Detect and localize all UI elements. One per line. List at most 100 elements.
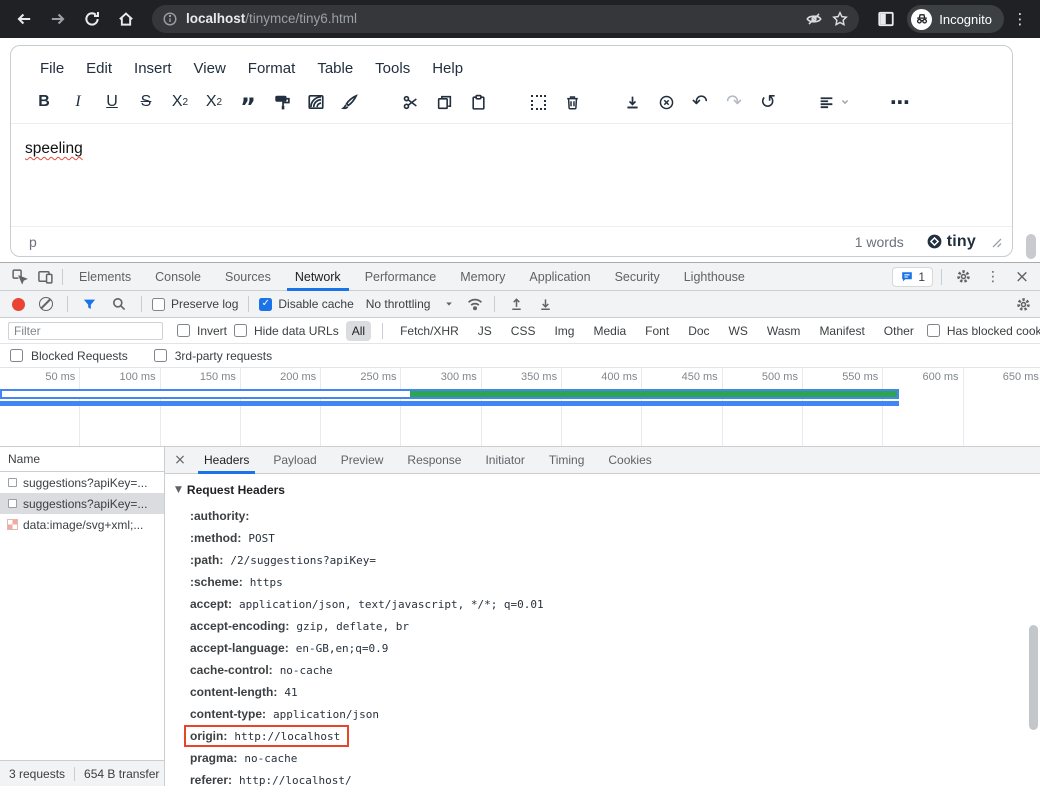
redo-button[interactable]: ↷	[717, 87, 751, 117]
tab-security[interactable]: Security	[603, 263, 672, 291]
tab-memory[interactable]: Memory	[448, 263, 517, 291]
filter-chip-font[interactable]: Font	[639, 321, 675, 341]
filter-chip-js[interactable]: JS	[472, 321, 498, 341]
tab-performance[interactable]: Performance	[353, 263, 449, 291]
detail-tab-initiator[interactable]: Initiator	[474, 447, 535, 474]
has-blocked-cookies-checkbox[interactable]	[927, 324, 940, 337]
menu-help[interactable]: Help	[423, 56, 472, 81]
clear-icon[interactable]	[39, 297, 53, 311]
italic-button[interactable]: I	[61, 87, 95, 117]
blockquote-button[interactable]: ”	[231, 87, 265, 117]
devtools-menu-icon[interactable]: ⋮	[980, 265, 1006, 289]
inspect-element-icon[interactable]	[6, 265, 32, 289]
undo-button[interactable]: ↶	[683, 87, 717, 117]
misspelled-word[interactable]: speeling	[25, 140, 83, 157]
tab-elements[interactable]: Elements	[67, 263, 143, 291]
bookmark-star-icon[interactable]	[831, 10, 849, 28]
detail-tab-payload[interactable]: Payload	[262, 447, 327, 474]
filter-chip-all[interactable]: All	[346, 321, 371, 341]
filter-chip-img[interactable]: Img	[548, 321, 580, 341]
superscript-button[interactable]: X2	[197, 87, 231, 117]
align-dropdown-button[interactable]	[811, 87, 857, 117]
name-column-header[interactable]: Name	[0, 447, 164, 472]
filter-chip-other[interactable]: Other	[878, 321, 920, 341]
tab-network[interactable]: Network	[283, 263, 353, 291]
resize-handle-icon[interactable]	[990, 236, 1002, 248]
device-toolbar-icon[interactable]	[32, 265, 58, 289]
menu-table[interactable]: Table	[308, 56, 362, 81]
detail-close-icon[interactable]: ×	[169, 452, 191, 468]
menu-format[interactable]: Format	[239, 56, 305, 81]
permanent-pen-button[interactable]	[333, 87, 367, 117]
word-count[interactable]: 1 words	[855, 234, 904, 250]
filter-chip-doc[interactable]: Doc	[682, 321, 715, 341]
filter-chip-fetch-xhr[interactable]: Fetch/XHR	[394, 321, 465, 341]
delete-button[interactable]	[555, 87, 589, 117]
filter-funnel-icon[interactable]	[82, 297, 97, 312]
more-toolbar-button[interactable]: ⋯	[883, 87, 917, 117]
preserve-log-checkbox[interactable]	[152, 298, 165, 311]
eye-off-icon[interactable]	[805, 10, 823, 28]
subscript-button[interactable]: X2	[163, 87, 197, 117]
back-icon[interactable]	[10, 5, 38, 33]
tab-console[interactable]: Console	[143, 263, 213, 291]
tab-application[interactable]: Application	[517, 263, 602, 291]
filter-chip-manifest[interactable]: Manifest	[813, 321, 870, 341]
home-icon[interactable]	[112, 5, 140, 33]
filter-chip-ws[interactable]: WS	[723, 321, 754, 341]
detail-tab-response[interactable]: Response	[396, 447, 472, 474]
element-path[interactable]: p	[29, 234, 37, 250]
site-info-icon[interactable]	[162, 11, 178, 27]
filter-chip-css[interactable]: CSS	[505, 321, 542, 341]
menu-file[interactable]: File	[31, 56, 73, 81]
reload-icon[interactable]	[78, 5, 106, 33]
request-row-selected[interactable]: suggestions?apiKey=...	[0, 493, 164, 514]
detail-scrollbar[interactable]	[1029, 625, 1038, 730]
blocked-requests-checkbox[interactable]	[10, 349, 23, 362]
devtools-close-icon[interactable]: ×	[1010, 267, 1034, 287]
side-panel-icon[interactable]	[871, 10, 901, 28]
throttling-select[interactable]: No throttling	[366, 297, 455, 311]
editor-content-area[interactable]: speeling	[11, 124, 1012, 226]
hide-data-urls-checkbox[interactable]	[234, 324, 247, 337]
filter-input[interactable]	[8, 322, 163, 340]
picture-frame-button[interactable]	[299, 87, 333, 117]
network-overview-timeline[interactable]: 50 ms 100 ms 150 ms 200 ms 250 ms 300 ms…	[0, 368, 1040, 447]
third-party-checkbox[interactable]	[154, 349, 167, 362]
bold-button[interactable]: B	[27, 87, 61, 117]
underline-button[interactable]: U	[95, 87, 129, 117]
request-headers-title[interactable]: ▼ Request Headers	[175, 483, 1040, 497]
devtools-settings-icon[interactable]	[950, 265, 976, 289]
cancel-button[interactable]	[649, 87, 683, 117]
detail-tab-timing[interactable]: Timing	[538, 447, 596, 474]
filter-chip-media[interactable]: Media	[587, 321, 632, 341]
forward-icon[interactable]	[44, 5, 72, 33]
restore-draft-button[interactable]: ↺	[751, 87, 785, 117]
address-bar[interactable]: localhost/tinymce/tiny6.html	[152, 5, 859, 33]
issues-counter[interactable]: 1	[892, 267, 933, 287]
request-row[interactable]: suggestions?apiKey=...	[0, 472, 164, 493]
collapse-caret-icon[interactable]: ▼	[175, 485, 182, 495]
menu-insert[interactable]: Insert	[125, 56, 181, 81]
page-scrollbar[interactable]	[1026, 234, 1036, 259]
export-har-icon[interactable]	[538, 297, 553, 312]
menu-edit[interactable]: Edit	[77, 56, 121, 81]
copy-button[interactable]	[427, 87, 461, 117]
filter-chip-wasm[interactable]: Wasm	[761, 321, 807, 341]
disable-cache-checkbox[interactable]: ✓	[259, 298, 272, 311]
invert-checkbox[interactable]	[177, 324, 190, 337]
paste-button[interactable]	[461, 87, 495, 117]
tab-lighthouse[interactable]: Lighthouse	[672, 263, 757, 291]
network-conditions-icon[interactable]	[466, 295, 484, 313]
export-download-button[interactable]	[615, 87, 649, 117]
menu-tools[interactable]: Tools	[366, 56, 419, 81]
strikethrough-button[interactable]: S	[129, 87, 163, 117]
detail-tab-headers[interactable]: Headers	[193, 447, 260, 474]
record-icon[interactable]	[12, 298, 25, 311]
import-har-icon[interactable]	[509, 297, 524, 312]
fill-color-roller-button[interactable]	[265, 87, 299, 117]
network-settings-icon[interactable]	[1015, 296, 1032, 313]
request-row[interactable]: data:image/svg+xml;...	[0, 514, 164, 535]
tiny-logo[interactable]: tiny	[926, 233, 976, 251]
search-icon[interactable]	[111, 296, 127, 312]
